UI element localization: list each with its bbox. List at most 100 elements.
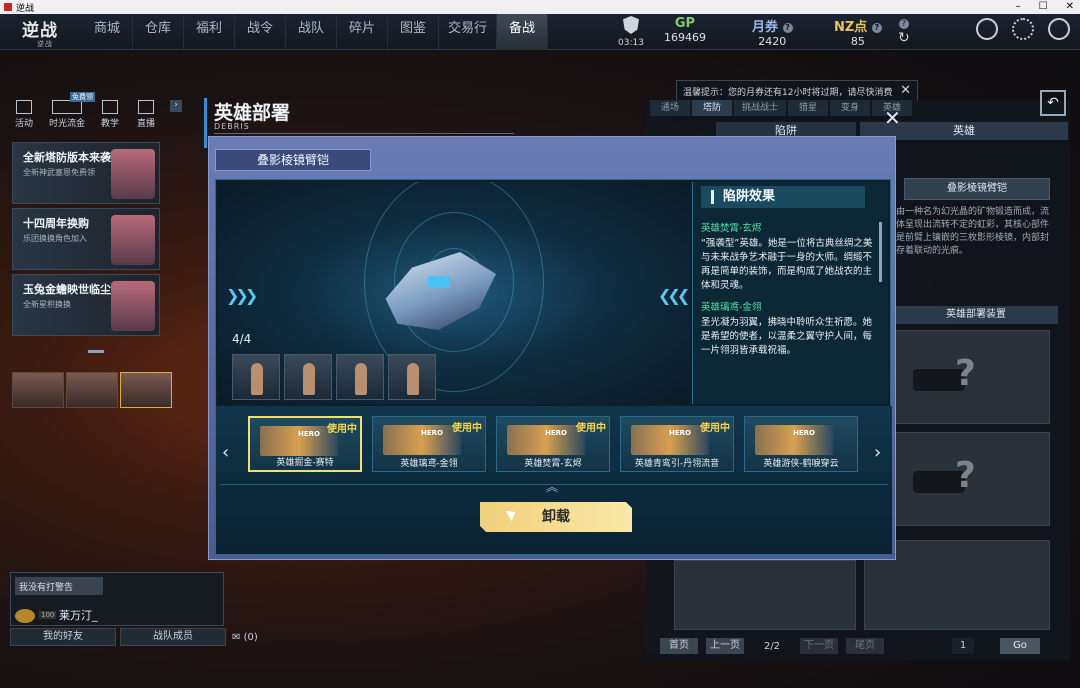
mail-button[interactable]: ✉ (0) — [232, 632, 258, 643]
scrollbar[interactable] — [879, 222, 882, 282]
page-subtitle: DEBRIS — [214, 122, 250, 131]
back-icon[interactable]: ↶ — [1040, 90, 1066, 116]
left-toolbar: 免费领 活动 时光流金 教学 直播 › — [12, 92, 202, 129]
character-avatars — [12, 372, 172, 408]
hero-card[interactable]: HERO 英雄游侠-鹤唳穿云 — [744, 416, 858, 472]
page-input[interactable]: 1 — [952, 638, 974, 654]
refresh-icon[interactable]: ↻ — [898, 30, 910, 46]
nav-tab-battlepass[interactable]: 战令 — [235, 14, 286, 50]
effect-list[interactable]: 英雄焚霄-玄烬 “强袭型”英雄。她是一位将古典丝绸之美与未来战争艺术融于一身的大… — [701, 222, 877, 398]
crossed-swords-icon — [102, 100, 118, 114]
hero-thumbnail[interactable] — [388, 354, 436, 400]
nav-tab-team[interactable]: 战队 — [286, 14, 337, 50]
promo-card[interactable]: 玉兔金蟾映世临尘 全新星积换换 — [12, 274, 160, 336]
tab-hunt[interactable]: 猎星 — [788, 100, 828, 116]
armor-showcase: ❯❯❯ ❮❮❮ 4/4 — [218, 182, 690, 404]
modal-close-icon[interactable]: ✕ — [884, 108, 901, 128]
friends-button[interactable]: 我的好友 — [10, 628, 116, 646]
promo-card[interactable]: 全新塔防版本来袭 全新神武塞恩免费领 — [12, 142, 160, 204]
chevron-left-icon[interactable]: ‹ — [222, 442, 229, 463]
hero-card[interactable]: HERO 使用中 英雄青鸾引-丹翎流音 — [620, 416, 734, 472]
last-page-button[interactable]: 尾页 — [846, 638, 884, 654]
hero-thumbnail[interactable] — [232, 354, 280, 400]
power-icon[interactable] — [1048, 18, 1070, 40]
tool-time-gold[interactable]: 时光流金 — [48, 100, 86, 129]
clock-widget[interactable]: 03:13 — [616, 16, 646, 48]
nav-tab-prepare[interactable]: 备战 — [497, 14, 548, 50]
team-members-button[interactable]: 战队成员 — [120, 628, 226, 646]
empty-slot[interactable] — [674, 560, 856, 630]
effect-panel: 陷阱效果 英雄焚霄-玄烬 “强袭型”英雄。她是一位将古典丝绸之美与未来战争艺术融… — [692, 182, 888, 404]
avatar[interactable] — [120, 372, 172, 408]
nav-tabs: 商城 仓库 福利 战令 战队 碎片 图鉴 交易行 备战 — [82, 14, 548, 50]
nz-balance: NZ点 ? 85 — [834, 16, 882, 48]
help-icon[interactable]: ? — [782, 22, 793, 33]
arrow-right-icon: ❯❯❯ — [226, 286, 258, 305]
free-badge: 免费领 — [70, 92, 95, 102]
chevron-right-icon[interactable]: › — [874, 442, 881, 463]
effect-text: “强袭型”英雄。她是一位将古典丝绸之美与未来战争艺术融于一身的大师。绸缎不再是简… — [701, 238, 873, 291]
minimize-icon[interactable]: – — [1016, 0, 1021, 14]
prev-page-button[interactable]: 上一页 — [706, 638, 744, 654]
hero-card[interactable]: HERO 使用中 英雄掘金-赛特 — [248, 416, 362, 472]
nav-tab-warehouse[interactable]: 仓库 — [133, 14, 184, 50]
carousel-indicator[interactable] — [88, 350, 104, 353]
first-page-button[interactable]: 首页 — [660, 638, 698, 654]
tool-tutorial[interactable]: 教学 — [98, 100, 122, 129]
hero-badge: HERO — [669, 429, 691, 437]
close-window-icon[interactable]: ✕ — [1066, 0, 1074, 14]
nav-tab-catalog[interactable]: 图鉴 — [388, 14, 439, 50]
gp-balance: GP 169469 — [664, 16, 706, 44]
tab-transform[interactable]: 变身 — [830, 100, 870, 116]
promo-art — [111, 149, 155, 199]
notice-close-icon[interactable]: ✕ — [900, 83, 911, 98]
hero-card-name: 英雄璃鸢-金翎 — [400, 459, 458, 469]
chevron-up-icon[interactable]: ︽ — [546, 478, 558, 495]
hero-card-name: 英雄游侠-鹤唳穿云 — [763, 459, 839, 469]
chevron-right-icon[interactable]: › — [170, 100, 182, 112]
effect-header: 陷阱效果 — [701, 186, 865, 208]
promo-art — [111, 215, 155, 265]
promo-card[interactable]: 十四周年换购 乐团换换角色加入 — [12, 208, 160, 270]
window-titlebar: 逆战 – ☐ ✕ — [0, 0, 1080, 14]
avatar[interactable] — [66, 372, 118, 408]
maximize-icon[interactable]: ☐ — [1039, 0, 1048, 14]
effect-text: 圣光凝为羽翼，拂晓中聆听众生祈愿。她是希望的使者，以温柔之翼守护人间，每一片翎羽… — [701, 317, 873, 356]
hero-card-strip: ‹ › HERO 使用中 英雄掘金-赛特 HERO 使用中 英雄璃鸢-金翎 HE… — [216, 406, 892, 554]
modal-content: ❯❯❯ ❮❮❮ 4/4 陷阱效果 英雄焚霄-玄烬 “强袭型”英雄。她是一位将古典… — [215, 179, 892, 555]
in-use-label: 使用中 — [576, 423, 606, 434]
promo-art — [111, 281, 155, 331]
nav-tab-fragments[interactable]: 碎片 — [337, 14, 388, 50]
tab-mode[interactable]: 通场 — [650, 100, 690, 116]
hero-badge: HERO — [793, 429, 815, 437]
mail-icon: ✉ — [232, 632, 241, 643]
tab-tower-defense[interactable]: 塔防 — [692, 100, 732, 116]
nav-tab-welfare[interactable]: 福利 — [184, 14, 235, 50]
deploy-device-header: 英雄部署装置 — [894, 306, 1058, 324]
help-icon[interactable]: ? — [898, 18, 909, 29]
go-button[interactable]: Go — [1000, 638, 1040, 654]
page-indicator: 2/2 — [763, 640, 781, 652]
avatar[interactable] — [12, 372, 64, 408]
armor-modal: 叠影棱镜臂铠 ❯❯❯ ❮❮❮ 4/4 陷阱效果 英雄焚霄-玄烬 “强袭型”英雄。… — [208, 136, 896, 560]
tool-activity[interactable]: 活动 — [12, 100, 36, 129]
refresh-widget[interactable]: ? ↻ — [898, 16, 910, 46]
hero-thumbnail[interactable] — [336, 354, 384, 400]
pagination: 首页 上一页 2/2 下一页 尾页 1 Go — [660, 638, 1040, 654]
nav-tab-trade[interactable]: 交易行 — [439, 14, 497, 50]
next-page-button[interactable]: 下一页 — [800, 638, 838, 654]
settings-toggle-icon[interactable] — [976, 18, 998, 40]
tab-challenge[interactable]: 挑战战士 — [734, 100, 786, 116]
effect-hero-name: 英雄焚霄-玄烬 — [701, 223, 762, 234]
hero-card[interactable]: HERO 使用中 英雄焚霄-玄烬 — [496, 416, 610, 472]
nav-tab-shop[interactable]: 商城 — [82, 14, 133, 50]
gear-icon[interactable] — [1012, 18, 1034, 40]
hero-thumbnail[interactable] — [284, 354, 332, 400]
in-use-label: 使用中 — [452, 423, 482, 434]
help-icon[interactable]: ? — [871, 22, 882, 33]
unload-button[interactable]: 卸载 — [480, 502, 632, 532]
hero-card[interactable]: HERO 使用中 英雄璃鸢-金翎 — [372, 416, 486, 472]
ticket-balance: 月券 ? 2420 — [752, 16, 793, 48]
player-profile[interactable]: 我没有打警告 100 莱万汀_ — [10, 572, 224, 626]
tool-live[interactable]: 直播 — [134, 100, 158, 129]
